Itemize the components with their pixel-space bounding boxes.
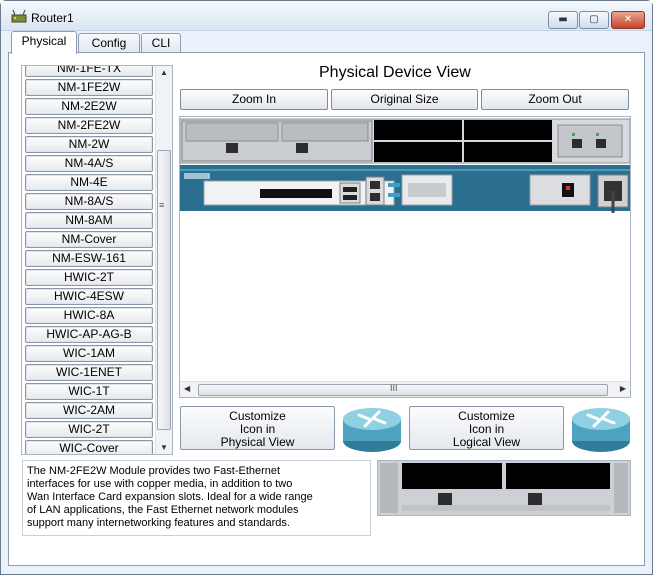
module-item[interactable]: NM-8AM <box>25 212 153 229</box>
router-app-icon <box>11 10 27 23</box>
device-view-hscrollbar[interactable]: ◀ III ▶ <box>180 381 630 397</box>
description-line: Wan Interface Card expansion slots. Idea… <box>27 491 313 503</box>
module-item[interactable]: WIC-1T <box>25 383 153 400</box>
zoom-out-button[interactable]: Zoom Out <box>481 89 629 110</box>
scroll-right-arrow-icon[interactable]: ▶ <box>620 384 626 393</box>
module-item[interactable]: HWIC-AP-AG-B <box>25 326 153 343</box>
module-item[interactable]: NM-2FE2W <box>25 117 153 134</box>
zoom-in-button[interactable]: Zoom In <box>180 89 328 110</box>
module-item[interactable]: NM-ESW-161 <box>25 250 153 267</box>
empty-slot[interactable] <box>464 120 552 140</box>
hscroll-thumb[interactable] <box>198 384 608 396</box>
empty-slot[interactable] <box>374 142 462 162</box>
tab-config[interactable]: Config <box>78 33 140 53</box>
module-item[interactable]: NM-4A/S <box>25 155 153 172</box>
empty-slot[interactable] <box>374 120 462 140</box>
module-item[interactable]: WIC-1ENET <box>25 364 153 381</box>
module-item[interactable]: HWIC-4ESW <box>25 288 153 305</box>
module-item[interactable]: NM-Cover <box>25 231 153 248</box>
module-description: The NM-2FE2W Module provides two Fast-Et… <box>22 460 371 536</box>
physical-device-view-title: Physical Device View <box>319 64 471 81</box>
nm-2fe2w-module-image <box>378 461 630 515</box>
scroll-grip-icon: ≡ <box>159 200 165 210</box>
router-chassis-image[interactable] <box>180 117 630 381</box>
title-bar: Router1 ▬ ▢ ✕ <box>1 1 652 31</box>
empty-slot[interactable] <box>464 142 552 162</box>
tab-physical[interactable]: Physical <box>11 31 77 54</box>
module-preview-image <box>377 460 631 516</box>
minimize-button[interactable]: ▬ <box>548 11 578 29</box>
device-view-canvas[interactable]: ◀ III ▶ <box>179 116 631 398</box>
gigabit-port[interactable] <box>370 193 380 201</box>
tab-cli[interactable]: CLI <box>141 33 181 53</box>
gigabit-port[interactable] <box>370 181 380 189</box>
description-line: interfaces for use with copper media, in… <box>27 478 293 490</box>
scroll-left-arrow-icon[interactable]: ◀ <box>184 384 190 393</box>
module-list[interactable]: NM-1FE-TX NM-1FE2W NM-2E2W NM-2FE2W NM-2… <box>21 65 173 455</box>
description-line: of LAN applications, the Fast Ethernet n… <box>27 504 299 516</box>
module-item[interactable]: NM-4E <box>25 174 153 191</box>
module-item[interactable]: HWIC-8A <box>25 307 153 324</box>
customize-physical-icon-button[interactable]: Customize Icon in Physical View <box>180 406 335 450</box>
description-line: The NM-2FE2W Module provides two Fast-Et… <box>27 465 281 477</box>
module-item[interactable]: NM-2E2W <box>25 98 153 115</box>
scroll-up-arrow-icon[interactable]: ▲ <box>160 68 168 77</box>
module-item[interactable]: NM-1FE2W <box>25 79 153 96</box>
scroll-down-arrow-icon[interactable]: ▼ <box>160 443 168 452</box>
button-label-line: Physical View <box>220 435 295 449</box>
window-title: Router1 <box>31 11 74 25</box>
router-icon <box>343 408 401 452</box>
router-window: Router1 ▬ ▢ ✕ Physical Config CLI NM-1FE… <box>0 0 653 575</box>
fast-ethernet-port[interactable] <box>296 143 308 153</box>
module-item[interactable]: NM-2W <box>25 136 153 153</box>
fast-ethernet-port[interactable] <box>226 143 238 153</box>
module-items: NM-1FE-TX NM-1FE2W NM-2E2W NM-2FE2W NM-2… <box>25 66 155 454</box>
module-item[interactable]: WIC-2AM <box>25 402 153 419</box>
hscroll-grip-icon: III <box>390 383 398 393</box>
description-line: support many internetworking features an… <box>27 517 290 529</box>
module-item-partial[interactable]: NM-1FE-TX <box>25 66 153 77</box>
module-item[interactable]: NM-8A/S <box>25 193 153 210</box>
module-item[interactable]: WIC-1AM <box>25 345 153 362</box>
module-item[interactable]: HWIC-2T <box>25 269 153 286</box>
module-item[interactable]: WIC-2T <box>25 421 153 438</box>
module-list-scrollbar[interactable]: ▲ ≡ ▼ <box>155 66 172 454</box>
original-size-button[interactable]: Original Size <box>331 89 478 110</box>
scroll-thumb[interactable] <box>157 150 171 430</box>
customize-logical-icon-button[interactable]: Customize Icon in Logical View <box>409 406 564 450</box>
button-label-line: Logical View <box>452 435 521 449</box>
maximize-button[interactable]: ▢ <box>579 11 609 29</box>
close-button[interactable]: ✕ <box>611 11 645 29</box>
module-item[interactable]: WIC-Cover <box>25 440 153 454</box>
router-icon <box>572 408 630 452</box>
